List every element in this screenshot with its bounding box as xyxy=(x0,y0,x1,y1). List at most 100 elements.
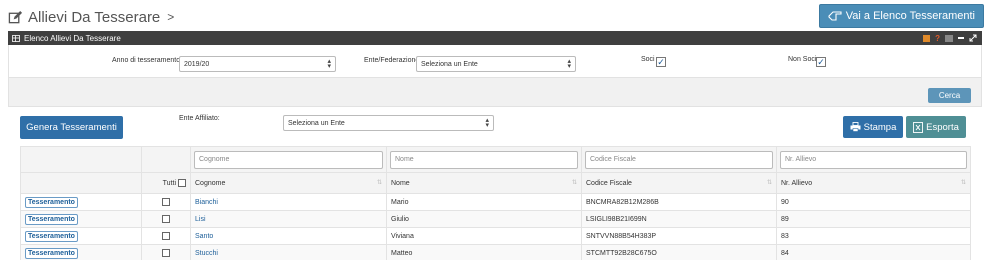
action-cell: Tesseramento xyxy=(20,210,142,228)
nome-cell: Viviana xyxy=(386,227,582,245)
page-title: Allievi Da Tesserare xyxy=(28,8,161,26)
panel-title: Elenco Allievi Da Tesserare xyxy=(24,33,121,43)
cognome-filter-input[interactable]: Cognome xyxy=(194,150,383,169)
nr-allievo-cell: 90 xyxy=(776,193,971,211)
sort-icon: ⇅ xyxy=(376,180,382,186)
nr-allievo-cell: 89 xyxy=(776,210,971,228)
header-cell-empty xyxy=(20,172,142,194)
row-checkbox[interactable] xyxy=(162,249,170,257)
ente-affiliato-select[interactable]: Seleziona un Ente ▴ ▾ xyxy=(283,115,494,131)
print-icon xyxy=(850,122,861,132)
select-cell xyxy=(141,227,191,245)
cognome-cell[interactable]: Santo xyxy=(190,227,387,245)
cognome-cell[interactable]: Stucchi xyxy=(190,244,387,260)
codice-fiscale-header-label: Codice Fiscale xyxy=(586,179,632,187)
page: Allievi Da Tesserare > Vai a Elenco Tess… xyxy=(0,0,990,260)
tesseramento-button[interactable]: Tesseramento xyxy=(25,196,78,208)
nome-cell: Matteo xyxy=(386,244,582,260)
header-nome[interactable]: Nome ⇅ xyxy=(386,172,582,194)
filter-panel: Anno di tesseramento 2019/20 ▴ ▾ Ente/Fed… xyxy=(8,45,982,77)
toggle-icon[interactable] xyxy=(945,34,953,42)
minimize-icon[interactable] xyxy=(958,37,964,39)
search-button[interactable]: Cerca xyxy=(928,88,971,103)
sort-icon: ⇅ xyxy=(571,180,577,186)
table-row: Tesseramento Bianchi Mario BNCMRA82B12M2… xyxy=(20,193,971,211)
header-nr-allievo[interactable]: Nr. Allievo ⇅ xyxy=(776,172,971,194)
expand-icon[interactable] xyxy=(969,34,977,42)
ente-affiliato-value: Seleziona un Ente xyxy=(288,119,345,127)
codice-fiscale-filter-input[interactable]: Codice Fiscale xyxy=(585,150,773,169)
header-cognome[interactable]: Cognome ⇅ xyxy=(190,172,387,194)
anno-select[interactable]: 2019/20 ▴ ▾ xyxy=(179,56,336,72)
codice-fiscale-cell: BNCMRA82B12M286B xyxy=(581,193,777,211)
soci-checkbox[interactable]: ✓ xyxy=(656,57,666,67)
edit-icon xyxy=(8,10,23,23)
select-arrows-icon: ▴ ▾ xyxy=(485,117,489,129)
filter-row: Cognome Nome Codice Fiscale Nr. Allievo xyxy=(20,146,971,173)
nr-allievo-filter-input[interactable]: Nr. Allievo xyxy=(780,150,967,169)
cognome-header-label: Cognome xyxy=(195,179,226,187)
ente-affiliato-label: Ente Affiliato: xyxy=(179,115,220,122)
anno-select-value: 2019/20 xyxy=(184,60,210,68)
allievi-table: Cognome Nome Codice Fiscale Nr. Allievo … xyxy=(20,146,971,260)
goto-tesseramenti-button[interactable]: Vai a Elenco Tesseramenti xyxy=(818,4,984,28)
table-row: Tesseramento Santo Viviana SNTVVN88B54H3… xyxy=(20,227,971,245)
filter-cell: Nome xyxy=(386,146,582,173)
nome-cell: Mario xyxy=(386,193,582,211)
goto-tesseramenti-label: Vai a Elenco Tesseramenti xyxy=(845,10,975,22)
filter-cell: Nr. Allievo xyxy=(776,146,971,173)
anno-label: Anno di tesseramento xyxy=(112,57,181,64)
codice-fiscale-cell: STCMTT92B28C675O xyxy=(581,244,777,260)
nome-cell: Giulio xyxy=(386,210,582,228)
non-soci-checkbox[interactable]: ✓ xyxy=(816,57,826,67)
select-cell xyxy=(141,210,191,228)
nr-allievo-cell: 83 xyxy=(776,227,971,245)
row-checkbox[interactable] xyxy=(162,232,170,240)
row-checkbox[interactable] xyxy=(162,215,170,223)
table-row: Tesseramento Stucchi Matteo STCMTT92B28C… xyxy=(20,244,971,260)
select-arrows-icon: ▴ ▾ xyxy=(567,58,571,70)
codice-fiscale-cell: LSIGLI98B21I699N xyxy=(581,210,777,228)
excel-icon xyxy=(913,121,924,133)
header-row: Tutti Cognome ⇅ Nome ⇅ Codice Fiscale ⇅ Nr.… xyxy=(20,172,971,194)
tesseramento-button[interactable]: Tesseramento xyxy=(25,230,78,242)
table-row: Tesseramento Lisi Giulio LSIGLI98B21I699… xyxy=(20,210,971,228)
select-all-checkbox[interactable] xyxy=(178,179,186,187)
soci-label: Soci xyxy=(641,56,655,63)
stampa-button[interactable]: Stampa xyxy=(843,116,903,138)
esporta-button[interactable]: Esporta xyxy=(906,116,966,138)
row-checkbox[interactable] xyxy=(162,198,170,206)
action-cell: Tesseramento xyxy=(20,193,142,211)
action-cell: Tesseramento xyxy=(20,227,142,245)
ente-federazione-label: Ente/Federazione xyxy=(364,57,420,64)
tesseramento-button[interactable]: Tesseramento xyxy=(25,247,78,259)
calendar-icon[interactable] xyxy=(923,34,931,42)
cognome-cell[interactable]: Bianchi xyxy=(190,193,387,211)
sort-icon: ⇅ xyxy=(960,180,966,186)
search-bar-area: Cerca xyxy=(8,77,982,107)
tesseramento-button[interactable]: Tesseramento xyxy=(25,213,78,225)
filter-cell-empty xyxy=(141,146,191,173)
filter-cell-empty xyxy=(20,146,142,173)
select-arrows-icon: ▴ ▾ xyxy=(327,58,331,70)
filter-cell: Cognome xyxy=(190,146,387,173)
cognome-cell[interactable]: Lisi xyxy=(190,210,387,228)
panel-header: Elenco Allievi Da Tesserare ? xyxy=(8,31,982,45)
nome-header-label: Nome xyxy=(391,179,410,187)
ente-federazione-value: Seleziona un Ente xyxy=(421,60,478,68)
header-tutti[interactable]: Tutti xyxy=(141,172,191,194)
page-header: Allievi Da Tesserare > xyxy=(8,6,174,28)
nr-allievo-header-label: Nr. Allievo xyxy=(781,179,813,187)
header-codice-fiscale[interactable]: Codice Fiscale ⇅ xyxy=(581,172,777,194)
select-cell xyxy=(141,193,191,211)
esporta-label: Esporta xyxy=(926,121,959,133)
action-cell: Tesseramento xyxy=(20,244,142,260)
panel-tools: ? xyxy=(923,34,982,43)
genera-tesseramenti-button[interactable]: Genera Tesseramenti xyxy=(20,116,123,139)
ente-federazione-select[interactable]: Seleziona un Ente ▴ ▾ xyxy=(416,56,576,72)
hand-point-icon xyxy=(828,11,842,21)
nome-filter-input[interactable]: Nome xyxy=(390,150,578,169)
codice-fiscale-cell: SNTVVN88B54H383P xyxy=(581,227,777,245)
help-icon[interactable]: ? xyxy=(935,34,940,43)
nr-allievo-cell: 84 xyxy=(776,244,971,260)
